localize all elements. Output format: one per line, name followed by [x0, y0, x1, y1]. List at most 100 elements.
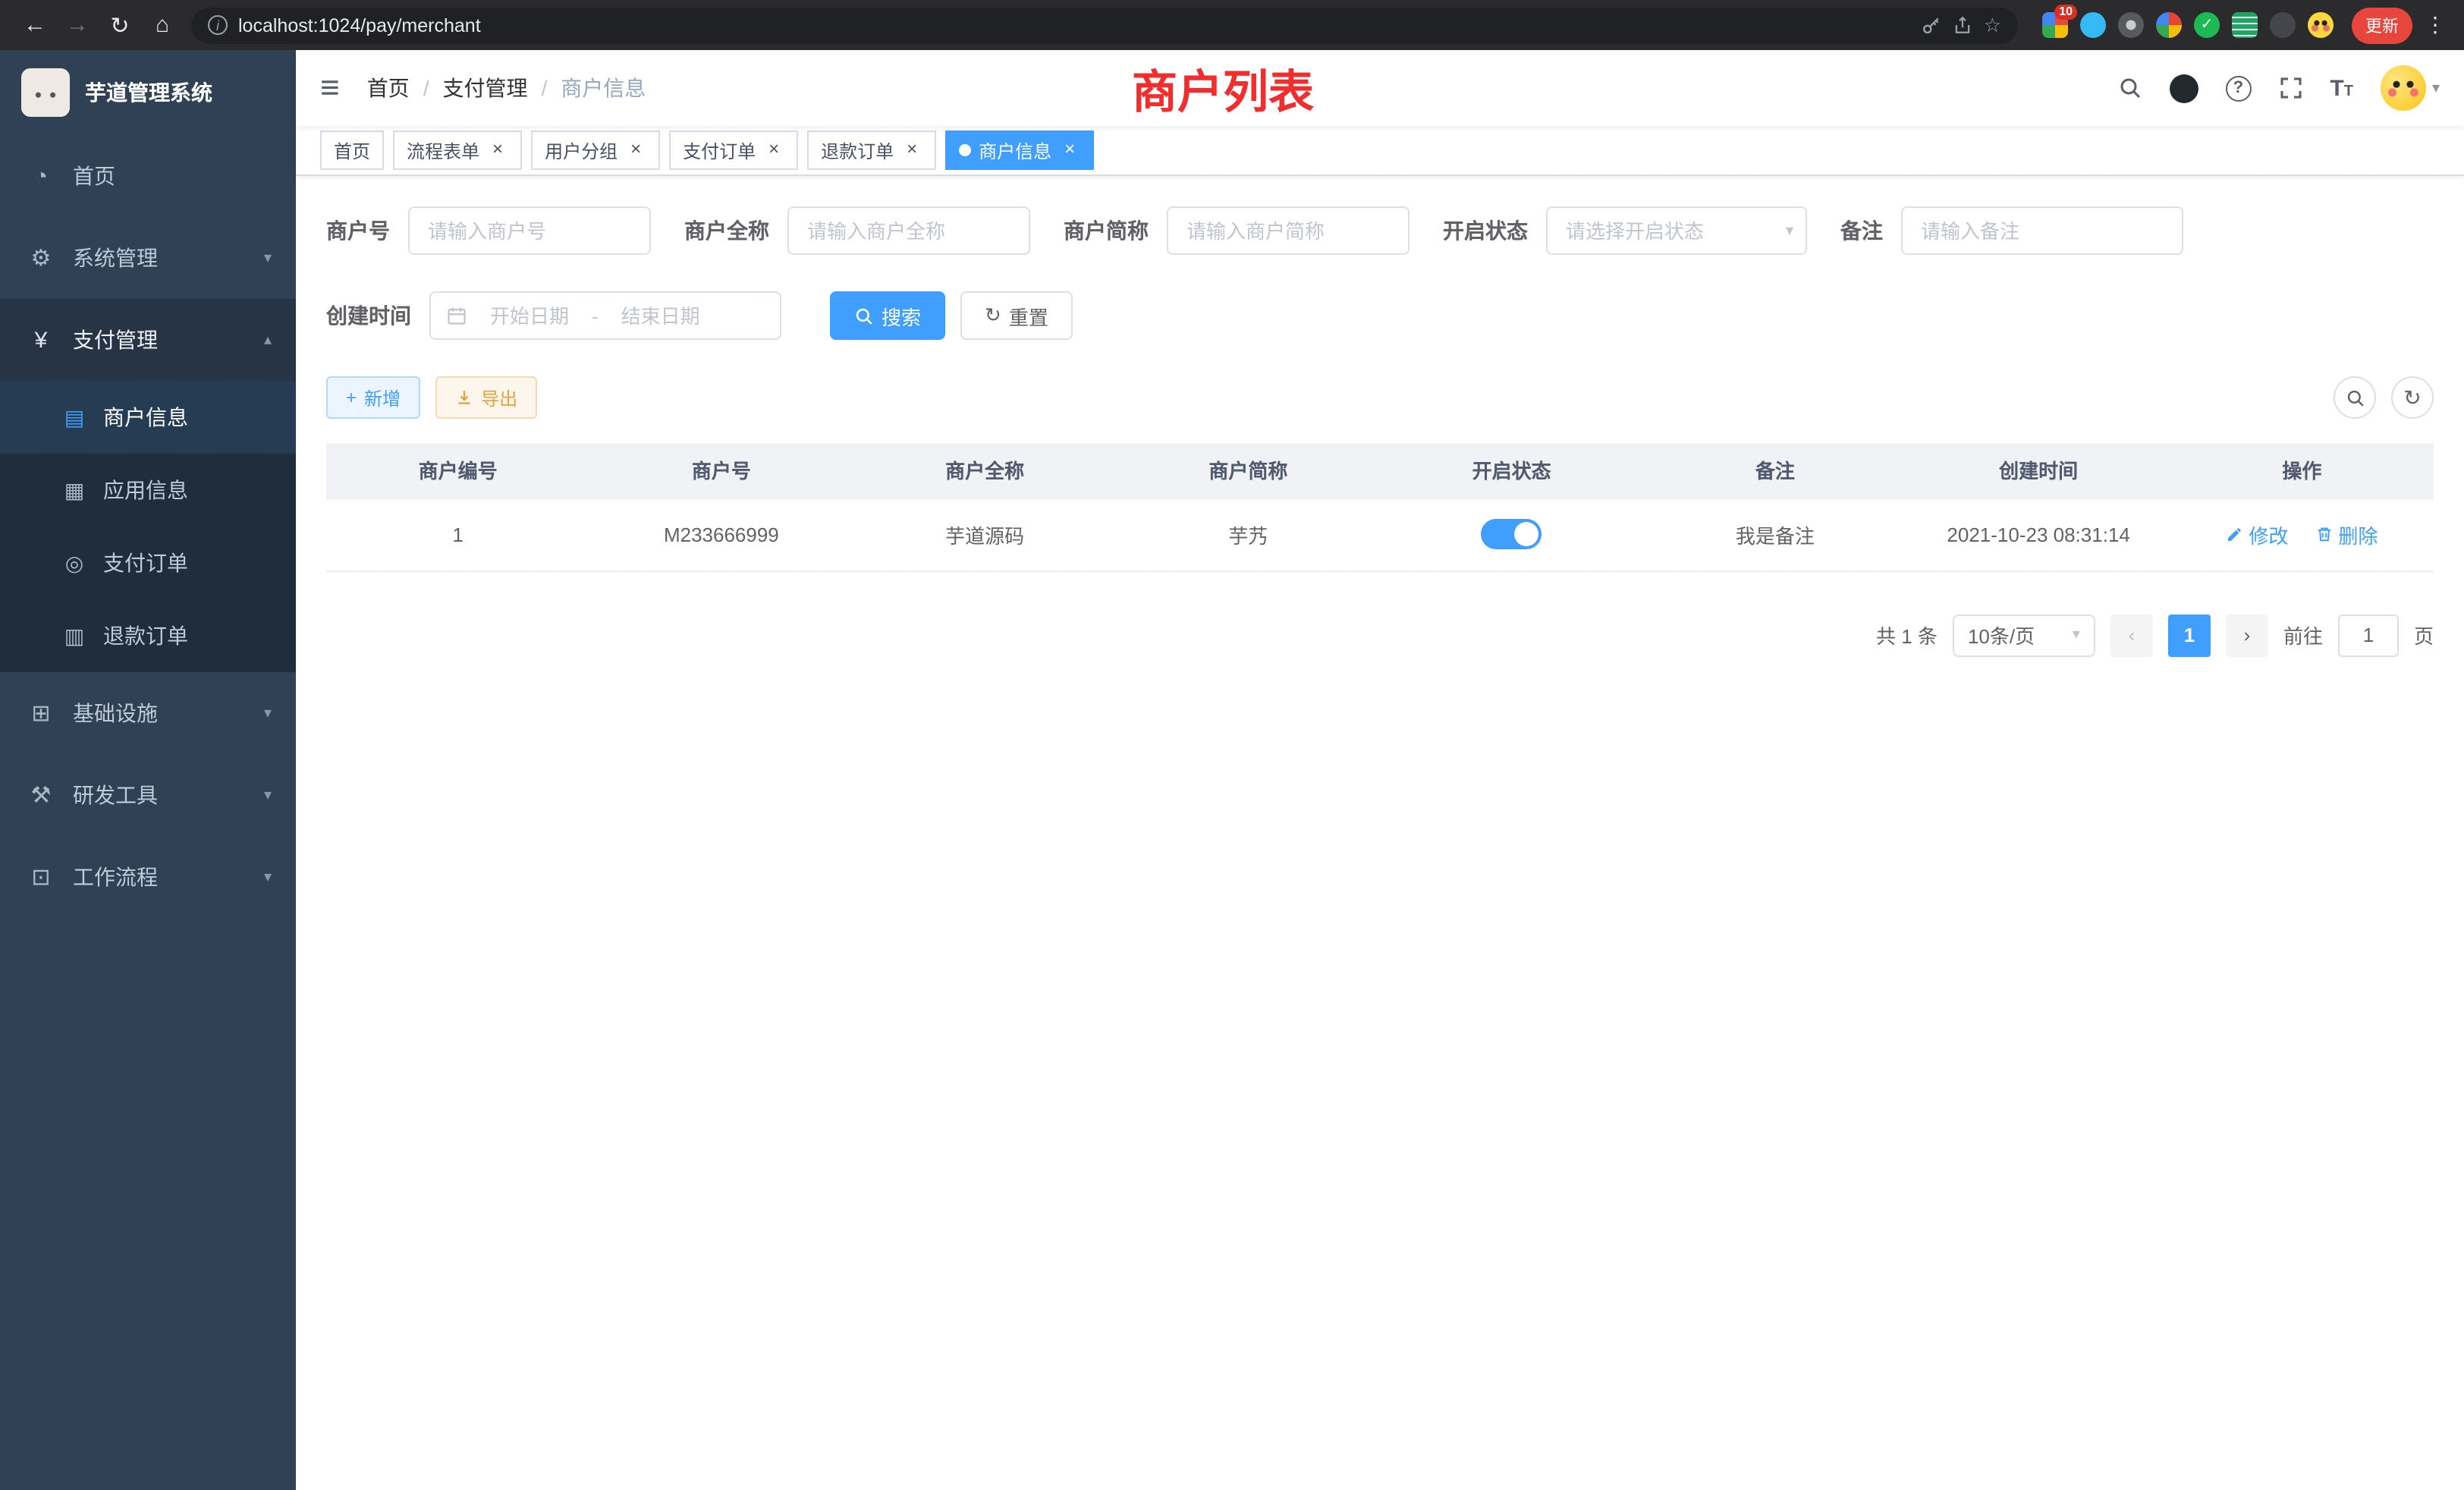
date-range-separator: -: [592, 304, 599, 327]
plus-icon: +: [346, 387, 357, 408]
short-name-input[interactable]: [1167, 206, 1410, 255]
sidebar-item-app-info[interactable]: ▦ 应用信息: [0, 454, 296, 527]
sidebar-item-home[interactable]: ◔ 首页: [0, 135, 296, 217]
status-toggle[interactable]: [1482, 519, 1542, 549]
sidebar-item-pay-order[interactable]: ◎ 支付订单: [0, 527, 296, 599]
extension-icon[interactable]: 10: [2042, 12, 2068, 38]
field-label: 商户全称: [684, 215, 769, 246]
github-icon[interactable]: [2169, 74, 2198, 102]
fullscreen-icon[interactable]: [2278, 76, 2302, 100]
remark-input[interactable]: [1901, 206, 2183, 255]
sidebar-toggle-icon[interactable]: ≡: [320, 71, 340, 105]
refresh-icon: ↻: [985, 303, 1001, 328]
sidebar-item-system[interactable]: ⚙ 系统管理 ▾: [0, 217, 296, 299]
extension-icon[interactable]: [2232, 12, 2258, 38]
sidebar-item-payment[interactable]: ¥ 支付管理 ▴: [0, 299, 296, 381]
close-icon[interactable]: ×: [901, 140, 922, 161]
extension-icon[interactable]: [2270, 12, 2296, 38]
goto-page-input[interactable]: [2338, 614, 2399, 656]
app-frame: 芋道管理系统 ◔ 首页 ⚙ 系统管理 ▾ ¥ 支付管理 ▴: [0, 50, 2464, 1490]
site-info-icon[interactable]: i: [208, 15, 228, 35]
back-icon[interactable]: ←: [15, 12, 55, 38]
merchant-card-icon: ▤: [61, 404, 88, 430]
sidebar-item-workflow[interactable]: ⊡ 工作流程 ▾: [0, 836, 296, 918]
search-icon[interactable]: [2117, 76, 2142, 100]
sidebar-menu: ◔ 首页 ⚙ 系统管理 ▾ ¥ 支付管理 ▴ ▤ 商户信息: [0, 135, 296, 1490]
browser-menu-icon[interactable]: ⋮: [2422, 12, 2449, 38]
show-search-toggle-button[interactable]: [2334, 376, 2376, 419]
reload-icon[interactable]: ↻: [100, 11, 140, 39]
font-size-icon[interactable]: TT: [2330, 77, 2353, 99]
column-header: 创建时间: [1907, 443, 2170, 498]
sidebar-item-refund-order[interactable]: ▥ 退款订单: [0, 599, 296, 672]
close-icon[interactable]: ×: [625, 140, 646, 161]
sidebar-item-label: 工作流程: [73, 862, 158, 892]
full-name-input[interactable]: [787, 206, 1030, 255]
screen: ← → ↻ ⌂ i localhost:1024/pay/merchant ☆ …: [0, 0, 2464, 1490]
app-logo: [21, 68, 70, 117]
sidebar-item-label: 支付管理: [73, 325, 158, 355]
forward-icon[interactable]: →: [58, 12, 97, 38]
reset-button[interactable]: ↻ 重置: [960, 291, 1073, 340]
status-select[interactable]: [1546, 206, 1807, 255]
browser-profile-avatar[interactable]: [2308, 12, 2334, 38]
tab-merchant-info[interactable]: 商户信息 ×: [945, 130, 1094, 170]
share-icon[interactable]: [1953, 15, 1973, 35]
cell-remark: 我是备注: [1643, 498, 1906, 571]
sidebar-item-devtools[interactable]: ⚒ 研发工具 ▾: [0, 754, 296, 836]
chevron-down-icon: ▾: [264, 787, 272, 803]
home-icon[interactable]: ⌂: [143, 12, 182, 38]
search-button[interactable]: 搜索: [830, 291, 945, 340]
field-label: 创建时间: [326, 300, 411, 331]
yen-icon: ¥: [27, 327, 55, 353]
tab-home[interactable]: 首页: [320, 130, 384, 170]
close-icon[interactable]: ×: [763, 140, 784, 161]
refresh-table-button[interactable]: ↻: [2391, 376, 2434, 419]
merchant-no-input[interactable]: [408, 206, 651, 255]
sidebar-item-label: 基础设施: [73, 698, 158, 728]
address-bar[interactable]: i localhost:1024/pay/merchant ☆: [191, 7, 2018, 43]
column-header: 备注: [1643, 443, 1906, 498]
close-icon[interactable]: ×: [487, 140, 508, 161]
breadcrumb-item[interactable]: 首页: [367, 73, 410, 103]
sidebar: 芋道管理系统 ◔ 首页 ⚙ 系统管理 ▾ ¥ 支付管理 ▴: [0, 50, 296, 1490]
date-range-picker[interactable]: -: [429, 291, 781, 340]
breadcrumb-item[interactable]: 支付管理: [442, 73, 527, 103]
field-label: 开启状态: [1443, 215, 1528, 246]
sidebar-item-label: 系统管理: [73, 243, 158, 273]
user-avatar[interactable]: ▾: [2381, 65, 2440, 111]
tab-user-group[interactable]: 用户分组 ×: [531, 130, 660, 170]
sidebar-item-infrastructure[interactable]: ⊞ 基础设施 ▾: [0, 672, 296, 754]
end-date-input[interactable]: [605, 304, 717, 327]
next-page-button[interactable]: ›: [2226, 614, 2268, 656]
extension-icon[interactable]: [2080, 12, 2106, 38]
page-size-select[interactable]: 10条/页 ▾: [1953, 614, 2095, 656]
chrome-update-button[interactable]: 更新: [2352, 7, 2412, 43]
cell-actions: 修改 删除: [2170, 498, 2434, 571]
extension-icon[interactable]: [2194, 12, 2220, 38]
close-icon[interactable]: ×: [1059, 140, 1080, 161]
delete-link[interactable]: 删除: [2315, 520, 2378, 549]
extension-badge: 10: [2054, 5, 2077, 20]
prev-page-button[interactable]: ‹: [2110, 614, 2153, 656]
column-header: 商户全称: [853, 443, 1117, 498]
password-key-icon[interactable]: [1922, 14, 1943, 36]
tab-process-form[interactable]: 流程表单 ×: [393, 130, 522, 170]
tab-refund-order[interactable]: 退款订单 ×: [807, 130, 936, 170]
extension-icon[interactable]: [2156, 12, 2182, 38]
tab-pay-order[interactable]: 支付订单 ×: [669, 130, 798, 170]
extension-icon[interactable]: [2118, 12, 2144, 38]
table-header-row: 商户编号 商户号 商户全称 商户简称 开启状态 备注 创建时间 操作: [326, 443, 2434, 498]
sidebar-logo-row[interactable]: 芋道管理系统: [0, 50, 296, 135]
start-date-input[interactable]: [473, 304, 586, 327]
edit-link[interactable]: 修改: [2226, 520, 2288, 549]
sidebar-item-merchant-info[interactable]: ▤ 商户信息: [0, 381, 296, 454]
add-button[interactable]: + 新增: [326, 376, 420, 419]
breadcrumb-item-current: 商户信息: [561, 73, 646, 103]
help-icon[interactable]: ?: [2225, 75, 2251, 101]
browser-extensions: 10: [2042, 12, 2334, 38]
bookmark-star-icon[interactable]: ☆: [1984, 13, 2001, 37]
url-text: localhost:1024/pay/merchant: [238, 14, 481, 36]
page-number-button[interactable]: 1: [2168, 614, 2211, 656]
export-button[interactable]: 导出: [435, 376, 537, 419]
